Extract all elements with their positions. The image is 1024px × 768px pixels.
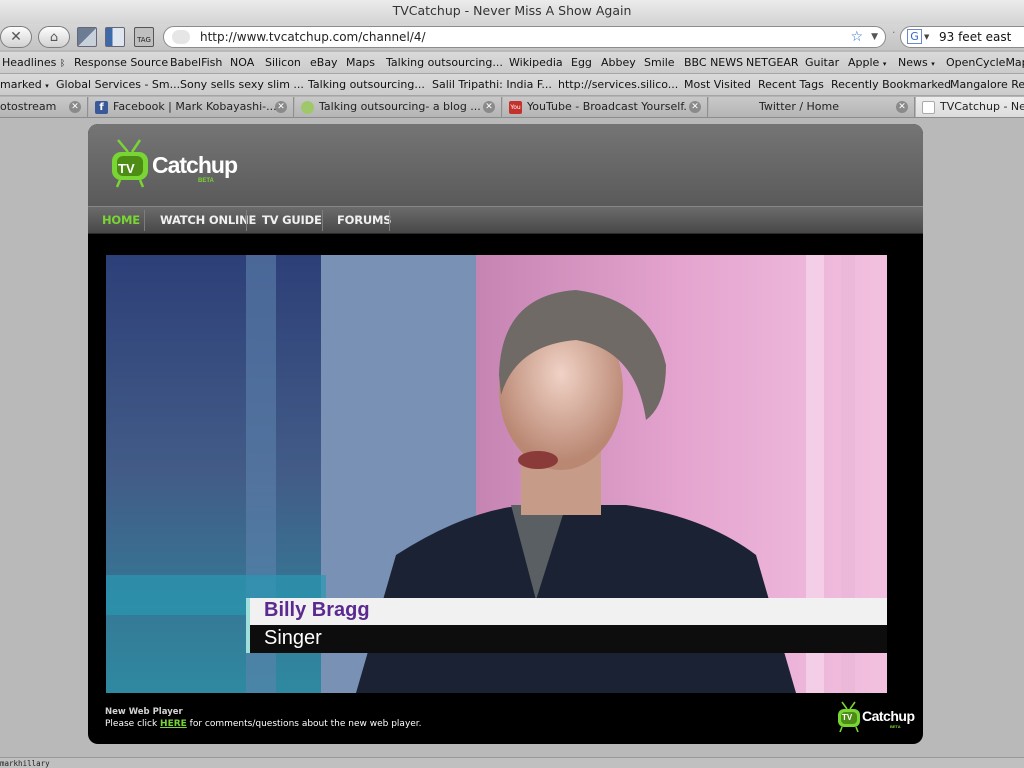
bookmark-folder[interactable]: News ▾	[898, 56, 935, 69]
bookmark-item[interactable]: NOA	[230, 56, 254, 69]
tab-photostream[interactable]: otostream ✕	[0, 97, 88, 117]
bookmark-item[interactable]: http://services.silico...	[558, 78, 678, 91]
tvcatchup-page: TV Catchup BETA HOME WATCH ONLINE TV GUI…	[88, 124, 923, 744]
status-bar: markhillary	[0, 757, 1024, 768]
chevron-down-icon: ▾	[45, 82, 49, 90]
nav-divider	[246, 210, 247, 231]
bookmark-folder[interactable]: Apple ▾	[848, 56, 886, 69]
close-tab-icon[interactable]: ✕	[689, 101, 701, 113]
site-favicon	[172, 30, 190, 44]
search-input[interactable]: G ▼ 93 feet east	[900, 26, 1024, 48]
chevron-down-icon: ▼	[924, 33, 930, 41]
bookmark-item[interactable]: Salil Tripathi: India F...	[432, 78, 552, 91]
window-title: TVCatchup - Never Miss A Show Again	[0, 0, 1024, 24]
bookmark-item[interactable]: Recently Bookmarked	[831, 78, 951, 91]
nav-tv-guide[interactable]: TV GUIDE	[262, 207, 322, 233]
lower-third-role-bar: Singer	[246, 625, 887, 653]
tab-facebook[interactable]: f Facebook | Mark Kobayashi-... ✕	[89, 97, 294, 117]
bookmark-item[interactable]: Headlines ᛒ	[2, 56, 65, 69]
bookmark-item[interactable]: Abbey	[601, 56, 636, 69]
facebook-icon: f	[95, 101, 108, 114]
tab-talking-outsourcing[interactable]: Talking outsourcing- a blog ... ✕	[295, 97, 502, 117]
stop-button[interactable]: ✕	[0, 26, 32, 48]
toolbar-separator: ·	[892, 26, 896, 39]
bookmark-item[interactable]: Wikipedia	[509, 56, 563, 69]
bookmark-item[interactable]: Smile	[644, 56, 675, 69]
tab-tvcatchup[interactable]: TVCatchup - Never Miss A Show Again	[916, 97, 1024, 117]
bookmark-folder[interactable]: marked ▾	[0, 78, 49, 91]
bookmarks-toolbar: Headlines ᛒ Response Source BabelFish NO…	[0, 52, 1024, 74]
lower-third-name-bar: Billy Bragg	[246, 598, 887, 625]
home-button[interactable]: ⌂	[38, 26, 70, 48]
status-text: markhillary	[0, 759, 50, 768]
bookmark-item[interactable]: eBay	[310, 56, 338, 69]
close-icon: ✕	[10, 29, 22, 45]
nav-divider	[144, 210, 145, 231]
footer-heading: New Web Player	[105, 707, 183, 717]
close-tab-icon[interactable]: ✕	[69, 101, 81, 113]
footer-logo: TV Catchup BETA	[836, 700, 916, 736]
bookmark-manager-icon[interactable]	[77, 27, 97, 47]
chevron-down-icon: ▾	[882, 60, 887, 68]
url-text: http://www.tvcatchup.com/channel/4/	[200, 30, 426, 44]
close-tab-icon[interactable]: ✕	[275, 101, 287, 113]
tab-youtube[interactable]: You YouTube - Broadcast Yourself. ✕	[503, 97, 708, 117]
search-engine-icon[interactable]: G	[907, 29, 922, 44]
bookmark-item[interactable]: Silicon	[265, 56, 301, 69]
bookmarks-toolbar-secondary: marked ▾ Global Services - Sm... Sony se…	[0, 74, 1024, 96]
site-header: TV Catchup BETA	[88, 124, 923, 206]
bookmark-item[interactable]: BabelFish	[170, 56, 222, 69]
home-icon: ⌂	[49, 30, 59, 45]
tvcatchup-logo[interactable]: TV Catchup BETA	[110, 138, 250, 190]
nav-home[interactable]: HOME	[102, 207, 140, 233]
nav-divider	[322, 210, 323, 231]
video-player[interactable]: Billy Bragg Singer	[106, 255, 887, 693]
nav-divider	[389, 210, 390, 231]
bookmark-item[interactable]: Talking outsourcing...	[386, 56, 503, 69]
youtube-icon: You	[509, 101, 522, 114]
bookmark-item[interactable]: Global Services - Sm...	[56, 78, 180, 91]
blank-page-icon	[922, 101, 935, 114]
bookmark-item[interactable]: Mangalore Res	[950, 78, 1024, 91]
rss-icon: ᛒ	[59, 59, 66, 69]
bookmark-item[interactable]: NETGEAR	[746, 56, 799, 69]
nav-watch-online[interactable]: WATCH ONLINE	[160, 207, 256, 233]
close-tab-icon[interactable]: ✕	[896, 101, 908, 113]
footer-message: Please click HERE for comments/questions…	[105, 719, 422, 729]
close-tab-icon[interactable]: ✕	[483, 101, 495, 113]
speech-bubble-icon	[301, 101, 314, 114]
bookmark-item[interactable]: BBC NEWS	[684, 56, 743, 69]
bookmark-item[interactable]: OpenCycleMap	[946, 56, 1024, 69]
bookmark-item[interactable]: Talking outsourcing...	[308, 78, 425, 91]
tab-bar: otostream ✕ f Facebook | Mark Kobayashi-…	[0, 96, 1024, 118]
bookmark-item[interactable]: Sony sells sexy slim ...	[180, 78, 304, 91]
browser-toolbar: ✕ ⌂ TAG http://www.tvcatchup.com/channel…	[0, 24, 1024, 50]
bookmark-item[interactable]: Recent Tags	[758, 78, 824, 91]
nav-forums[interactable]: FORUMS	[337, 207, 392, 233]
tab-twitter[interactable]: Twitter / Home ✕	[709, 97, 915, 117]
star-bookmark-icon[interactable]: ☆	[850, 27, 863, 47]
tag-icon[interactable]: TAG	[134, 27, 154, 47]
url-bar[interactable]: http://www.tvcatchup.com/channel/4/ ☆ ▼	[163, 26, 886, 48]
history-dropdown-icon[interactable]: ▼	[871, 27, 878, 47]
bookmark-item[interactable]: Response Source	[74, 56, 168, 69]
sidebar-toggle-icon[interactable]	[105, 27, 125, 47]
here-link[interactable]: HERE	[160, 719, 187, 729]
bookmark-item[interactable]: Egg	[571, 56, 592, 69]
chevron-down-icon: ▾	[931, 60, 935, 68]
bookmark-item[interactable]: Guitar	[805, 56, 839, 69]
search-text: 93 feet east	[939, 30, 1012, 44]
bookmark-item[interactable]: Maps	[346, 56, 375, 69]
bookmark-item[interactable]: Most Visited	[684, 78, 751, 91]
site-nav: HOME WATCH ONLINE TV GUIDE FORUMS	[88, 206, 923, 234]
